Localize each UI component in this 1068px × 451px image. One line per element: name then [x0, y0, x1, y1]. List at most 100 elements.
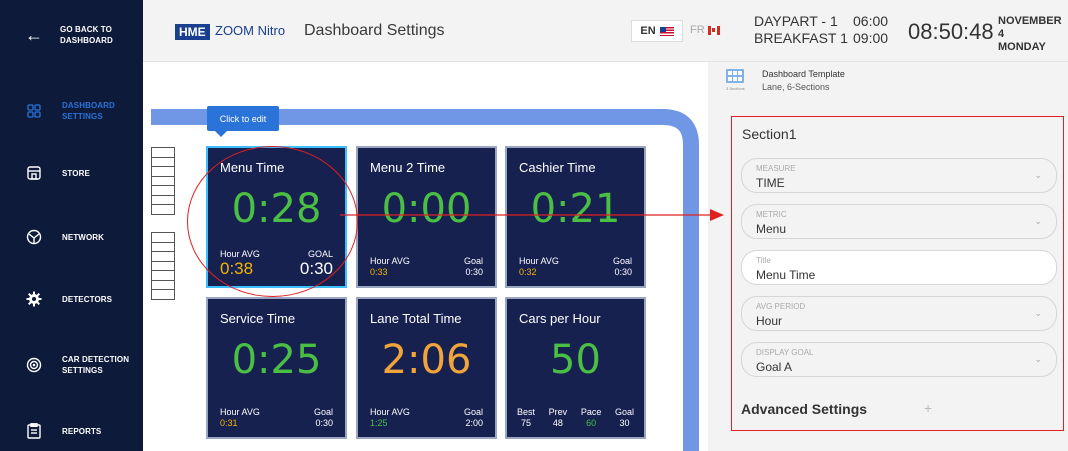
tile-goal-value: 0:30 [614, 267, 632, 277]
tile-service-time[interactable]: Service Time 0:25 Hour AVG 0:31 Goal 0:3… [206, 297, 347, 439]
tile-value: 0:21 [530, 186, 621, 232]
car-detection-icon [24, 355, 44, 375]
sidebar-label-reports: REPORTS [62, 426, 102, 436]
tile-avg-label: Hour AVG [370, 407, 410, 417]
tile-value: 0:00 [381, 186, 472, 232]
sidebar-label-store: STORE [62, 168, 90, 178]
sidebar-label-detectors: DETECTORS [62, 294, 113, 304]
template-description: Lane, 6-Sections [762, 82, 830, 92]
us-flag-icon [659, 26, 674, 36]
template-icon-caption: 3 Sections [726, 86, 745, 91]
tile-title: Cashier Time [519, 160, 596, 175]
daypart-period: BREAKFAST 1 [754, 30, 848, 46]
detector-lines-lower [151, 232, 175, 300]
hme-logo: HME [175, 24, 210, 40]
stat-best-label: Best [517, 407, 536, 417]
field-label: DISPLAY GOAL [756, 348, 814, 357]
expand-plus-icon[interactable]: + [924, 400, 932, 416]
tile-avg-value: 0:32 [519, 267, 537, 277]
template-grid-icon [726, 69, 744, 83]
sidebar-item-reports[interactable]: REPORTS [0, 420, 143, 442]
tile-goal-label: Goal [463, 256, 483, 266]
tile-goal-label: Goal [313, 407, 333, 417]
canada-flag-icon [707, 25, 720, 35]
tile-cars-per-hour[interactable]: Cars per Hour 50 Best 75 Prev 48 Pace 60… [505, 297, 646, 439]
field-label: AVG PERIOD [756, 302, 806, 311]
sidebar-label-dashboard: DASHBOARD [62, 101, 115, 110]
sidebar-item-network[interactable]: NETWORK [0, 226, 143, 248]
language-en-button[interactable]: EN [631, 20, 683, 42]
back-label-line2: DASHBOARD [60, 36, 113, 45]
gear-icon [24, 289, 44, 309]
tile-menu-2-time[interactable]: Menu 2 Time 0:00 Hour AVG 0:33 Goal 0:30 [356, 146, 497, 288]
section-settings-box: Section1 MEASURE TIME ⌄ METRIC Menu ⌄ Ti… [731, 116, 1064, 431]
section-title: Section1 [742, 126, 797, 142]
daypart-name: DAYPART - 1 [754, 13, 838, 29]
tile-avg-value: 0:33 [370, 267, 388, 277]
tile-value: 50 [550, 337, 601, 383]
chevron-down-icon: ⌄ [1034, 170, 1042, 180]
language-fr-button[interactable]: FR [690, 24, 720, 36]
tile-goal-value: 0:30 [315, 418, 333, 428]
metric-select[interactable]: METRIC Menu ⌄ [741, 204, 1057, 239]
product-name: ZOOM Nitro [215, 23, 286, 38]
tile-value: 2:06 [381, 337, 472, 383]
sidebar-item-dashboard-settings[interactable]: DASHBOARD SETTINGS [0, 96, 143, 126]
daypart-info: DAYPART - 1 BREAKFAST 1 [754, 13, 848, 47]
back-to-dashboard-link[interactable]: ← GO BACK TO DASHBOARD [0, 20, 143, 50]
network-icon [24, 227, 44, 247]
stat-prev-label: Prev [548, 407, 568, 417]
tile-avg-label: Hour AVG [220, 407, 260, 417]
tile-cashier-time[interactable]: Cashier Time 0:21 Hour AVG 0:32 Goal 0:3… [505, 146, 646, 288]
detector-lines-upper [151, 147, 175, 215]
title-input[interactable]: Title Menu Time [741, 250, 1057, 285]
tile-avg-value: 1:25 [370, 418, 388, 428]
chevron-down-icon: ⌄ [1034, 354, 1042, 364]
click-to-edit-tooltip: Click to edit [207, 106, 279, 137]
field-value: TIME [756, 176, 785, 190]
tile-title: Cars per Hour [519, 311, 601, 326]
tile-title: Menu 2 Time [370, 160, 446, 175]
template-title: Dashboard Template [762, 69, 845, 79]
lang-en-label: EN [640, 25, 656, 37]
tile-title: Service Time [220, 311, 296, 326]
field-label: Title [756, 256, 771, 265]
field-value: Hour [756, 314, 783, 328]
stat-pace-label: Pace [580, 407, 602, 417]
tile-goal-label: Goal [612, 256, 632, 266]
annotation-circle [187, 146, 358, 297]
store-icon [24, 163, 44, 183]
sidebar-item-detectors[interactable]: DETECTORS [0, 288, 143, 310]
advanced-settings-toggle[interactable]: Advanced Settings [741, 401, 867, 417]
page-title: Dashboard Settings [304, 22, 445, 39]
field-label: MEASURE [756, 164, 796, 173]
tile-goal-label: Goal [463, 407, 483, 417]
display-goal-select[interactable]: DISPLAY GOAL Goal A ⌄ [741, 342, 1057, 377]
stat-goal-value: 30 [619, 418, 630, 428]
sidebar-label-car-detection: CAR DETECTION [62, 355, 130, 364]
field-label: METRIC [756, 210, 787, 219]
tile-avg-label: Hour AVG [370, 256, 410, 266]
lang-fr-label: FR [690, 24, 705, 36]
date-weekday: MONDAY [998, 41, 1046, 53]
tile-lane-total-time[interactable]: Lane Total Time 2:06 Hour AVG 1:25 Goal … [356, 297, 497, 439]
sidebar-item-store[interactable]: STORE [0, 162, 143, 184]
daypart-times: 06:00 09:00 [853, 13, 888, 47]
tile-goal-value: 0:30 [465, 267, 483, 277]
back-label-line1: GO BACK TO [60, 25, 112, 34]
sidebar: ← GO BACK TO DASHBOARD DASHBOARD SETTING… [0, 0, 143, 451]
clipboard-icon [24, 421, 44, 441]
measure-select[interactable]: MEASURE TIME ⌄ [741, 158, 1057, 193]
field-value: Menu Time [756, 268, 816, 282]
stat-best-value: 75 [521, 418, 532, 428]
tile-goal-value: 2:00 [465, 418, 483, 428]
dashboard-settings-screen: ← GO BACK TO DASHBOARD DASHBOARD SETTING… [0, 0, 1068, 451]
avg-period-select[interactable]: AVG PERIOD Hour ⌄ [741, 296, 1057, 331]
tile-value: 0:25 [231, 337, 322, 383]
current-date: NOVEMBER 4 MONDAY [998, 15, 1068, 54]
current-time: 08:50:48 [908, 19, 994, 44]
field-value: Goal A [756, 360, 793, 374]
daypart-end-time: 09:00 [853, 30, 889, 46]
sidebar-label-network: NETWORK [62, 232, 105, 242]
sidebar-item-car-detection-settings[interactable]: CAR DETECTION SETTINGS [0, 350, 143, 380]
